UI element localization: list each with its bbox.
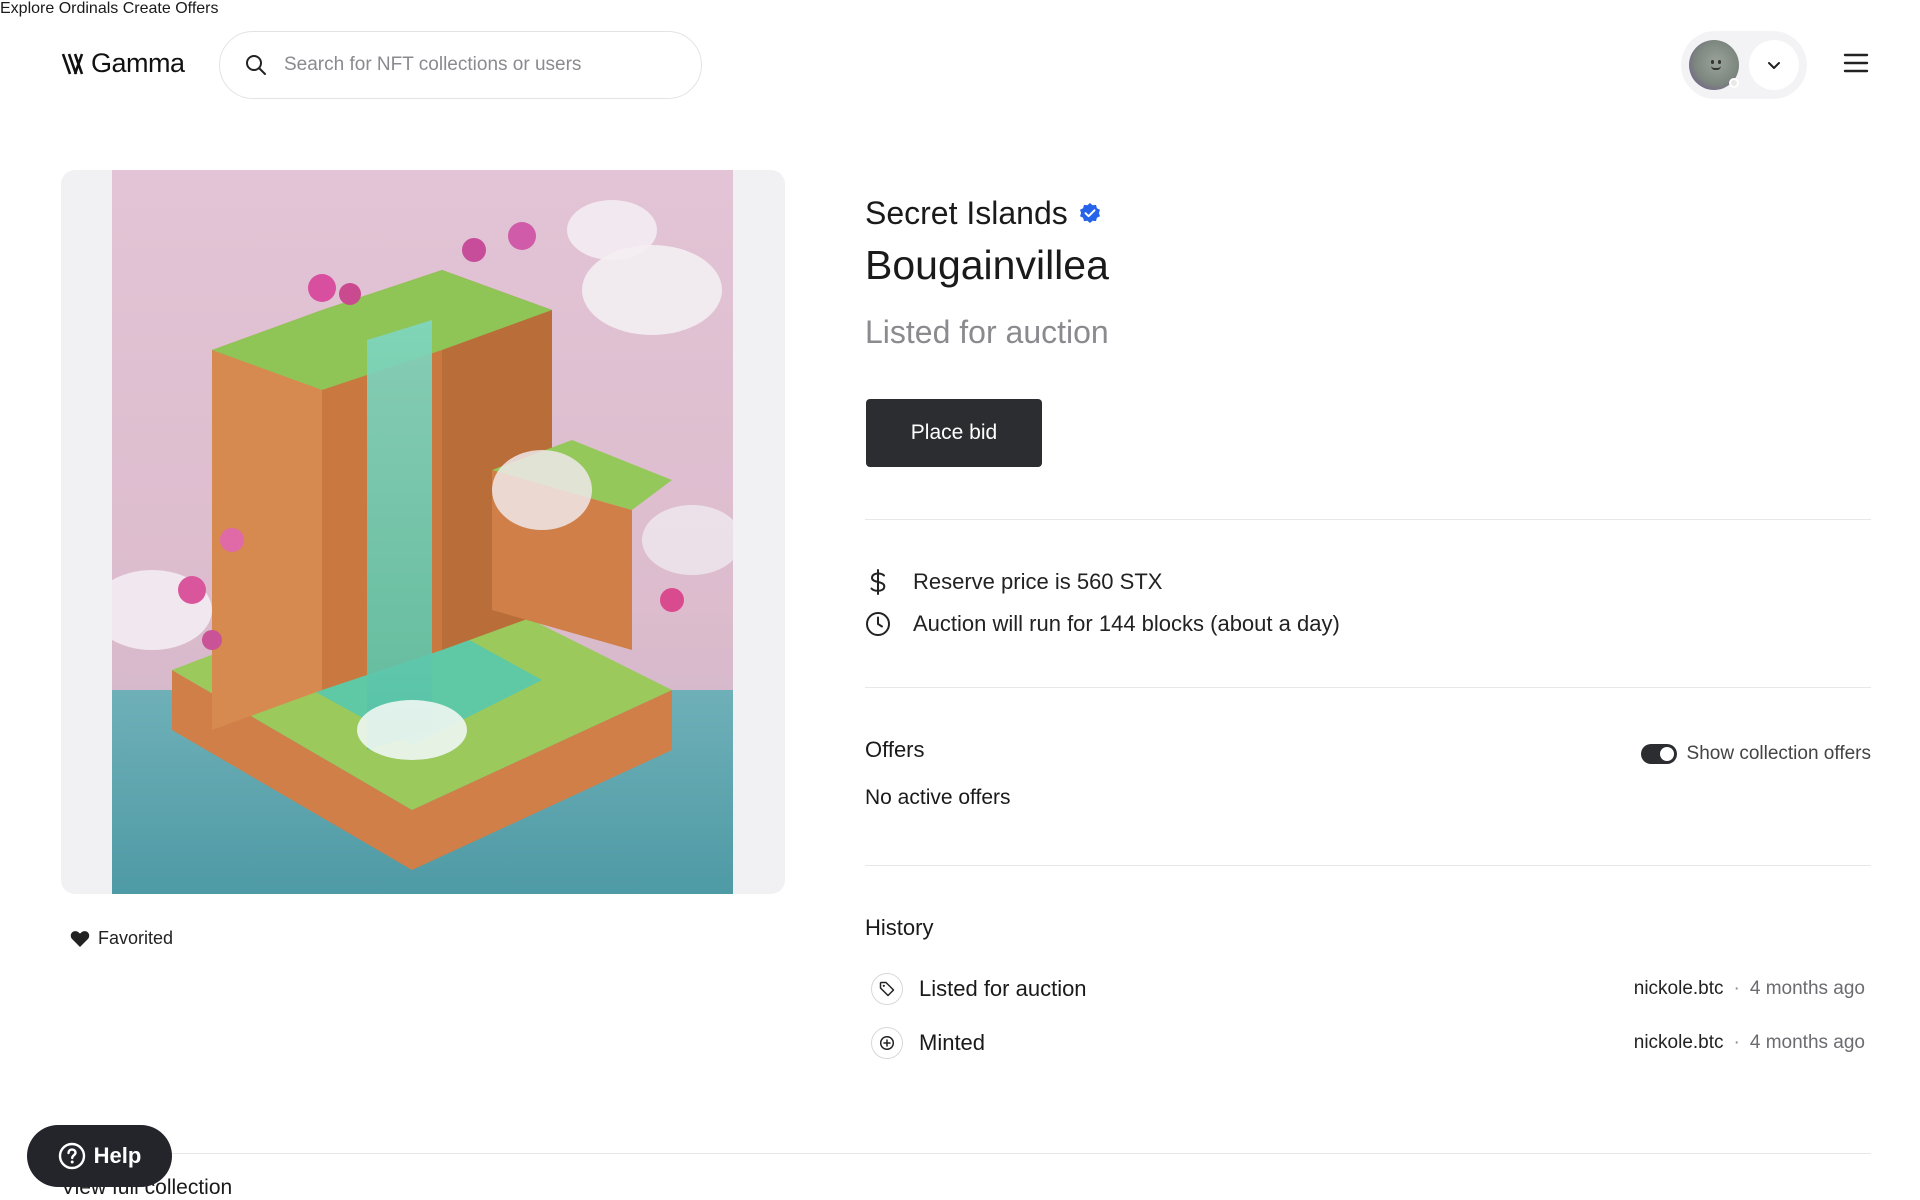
history-event-meta: nickole.btc · 4 months ago xyxy=(1634,1032,1865,1054)
meta-separator: · xyxy=(1733,1032,1740,1053)
search-bar[interactable] xyxy=(219,31,702,99)
top-nav-bar: Gamma Explore Ordinals Create Offers xyxy=(0,0,1920,130)
collection-offers-toggle-label: Show collection offers xyxy=(1686,743,1871,764)
mint-icon xyxy=(871,1027,903,1059)
history-heading: History xyxy=(865,915,934,940)
clock-icon xyxy=(866,612,890,636)
divider xyxy=(865,519,1871,520)
auction-duration-row: Auction will run for 144 blocks (about a… xyxy=(865,611,1340,637)
history-user-link[interactable]: nickole.btc xyxy=(1634,978,1724,1000)
no-offers-text: No active offers xyxy=(865,786,1011,809)
history-row: Listed for auction nickole.btc · 4 month… xyxy=(871,971,1871,1007)
auction-duration-text: Auction will run for 144 blocks (about a… xyxy=(913,611,1340,636)
search-icon xyxy=(246,55,266,75)
reserve-price-row: Reserve price is 560 STX xyxy=(865,569,1162,595)
favorited-label: Favorited xyxy=(98,928,174,948)
chevron-down-icon xyxy=(1768,62,1780,69)
listing-status: Listed for auction xyxy=(865,314,1109,350)
meta-separator: · xyxy=(1733,978,1740,999)
verified-badge-icon xyxy=(1079,202,1100,223)
history-row: Minted nickole.btc · 4 months ago xyxy=(871,1025,1871,1061)
account-menu[interactable] xyxy=(1681,31,1807,99)
history-event-label: Listed for auction xyxy=(919,976,1087,1001)
tag-icon xyxy=(871,973,903,1005)
logo-text: Gamma xyxy=(91,48,185,78)
offers-heading: Offers xyxy=(865,737,925,762)
nft-artwork-image[interactable] xyxy=(112,170,733,894)
divider xyxy=(61,1153,1871,1154)
dollar-icon xyxy=(870,569,886,595)
nav-explore[interactable]: Explore xyxy=(0,0,54,17)
history-event-label: Minted xyxy=(919,1030,986,1055)
help-label: Help xyxy=(93,1143,142,1168)
reserve-price-text: Reserve price is 560 STX xyxy=(913,569,1163,594)
collection-name: Secret Islands xyxy=(865,195,1068,231)
history-timestamp: 4 months ago xyxy=(1749,1032,1865,1053)
favorite-toggle[interactable]: Favorited xyxy=(70,928,173,949)
nav-offers[interactable]: Offers xyxy=(175,0,218,17)
history-event-meta: nickole.btc · 4 months ago xyxy=(1634,978,1865,1000)
divider xyxy=(865,865,1871,866)
nav-create[interactable]: Create xyxy=(123,0,171,17)
divider xyxy=(865,687,1871,688)
search-input[interactable] xyxy=(284,54,664,76)
help-button[interactable]: Help xyxy=(27,1125,172,1187)
collection-offers-toggle-row[interactable]: Show collection offers xyxy=(1640,743,1871,765)
hamburger-menu-icon[interactable] xyxy=(1843,52,1869,74)
main-nav: Explore Ordinals Create Offers xyxy=(0,0,1920,18)
collection-offers-toggle[interactable] xyxy=(1640,744,1677,764)
gamma-logo[interactable]: Gamma xyxy=(61,48,185,79)
place-bid-button[interactable]: Place bid xyxy=(866,399,1042,467)
help-icon xyxy=(58,1142,85,1170)
nft-title: Bougainvillea xyxy=(865,242,1109,288)
nav-ordinals[interactable]: Ordinals xyxy=(59,0,119,17)
avatar-status-dot xyxy=(1729,78,1739,88)
account-dropdown-button[interactable] xyxy=(1749,40,1799,90)
history-user-link[interactable]: nickole.btc xyxy=(1634,1032,1724,1054)
heart-icon xyxy=(70,930,90,947)
nft-artwork-frame xyxy=(61,170,785,894)
gamma-logo-icon xyxy=(61,53,84,74)
collection-link[interactable]: Secret Islands xyxy=(865,195,1102,232)
history-timestamp: 4 months ago xyxy=(1749,978,1865,999)
